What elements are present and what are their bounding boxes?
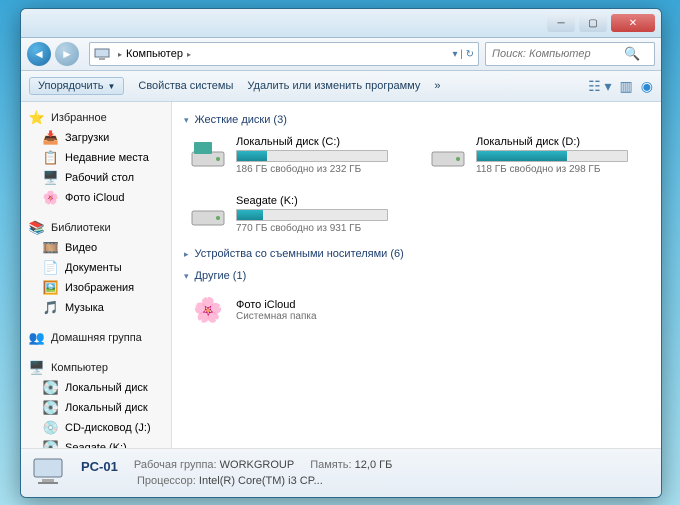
capacity-bar — [236, 209, 388, 221]
other-item-sub: Системная папка — [236, 311, 317, 322]
expand-arrow-icon: ▸ — [184, 249, 189, 260]
back-button[interactable]: ◄ — [27, 42, 51, 66]
recent-icon: 📋 — [43, 150, 59, 166]
organize-button[interactable]: Упорядочить ▼ — [29, 77, 124, 95]
section-hard-disks[interactable]: ▾Жесткие диски (3) — [184, 114, 649, 126]
sidebar-item-music[interactable]: 🎵Музыка — [21, 298, 171, 318]
drive-label: Локальный диск (C:) — [236, 136, 388, 148]
section-other[interactable]: ▾Другие (1) — [184, 270, 649, 282]
libraries-icon: 📚 — [29, 220, 45, 236]
refresh-icon[interactable]: ▾ | ↻ — [452, 49, 474, 60]
hdd-icon: 💽 — [43, 440, 59, 448]
content-pane: ▾Жесткие диски (3) Локальный диск (C:) 1… — [172, 102, 661, 448]
sidebar-item-seagate[interactable]: 💽Seagate (K:) — [21, 438, 171, 448]
icloud-photos-icon: 🌸 — [190, 292, 226, 328]
sidebar-item-icloud-photos[interactable]: 🌸Фото iCloud — [21, 188, 171, 208]
documents-icon: 📄 — [43, 260, 59, 276]
search-box[interactable]: 🔍 — [485, 42, 655, 66]
window-titlebar: ─ ▢ ✕ — [21, 9, 661, 38]
drive-c[interactable]: Локальный диск (C:) 186 ГБ свободно из 2… — [190, 136, 390, 175]
sidebar-item-recent[interactable]: 📋Недавние места — [21, 148, 171, 168]
hdd-icon — [430, 136, 466, 172]
search-icon: 🔍 — [624, 46, 640, 62]
sidebar-homegroup-header[interactable]: 👥 Домашняя группа — [21, 328, 171, 348]
maximize-button[interactable]: ▢ — [579, 14, 607, 32]
sidebar-favorites-header[interactable]: ⭐ Избранное — [21, 108, 171, 128]
details-pane: PC-01 Рабочая группа: WORKGROUP Память: … — [21, 448, 661, 497]
computer-icon — [31, 455, 71, 491]
navigation-bar: ◄ ► ▸ Компьютер ▸ ▾ | ↻ 🔍 — [21, 38, 661, 71]
star-icon: ⭐ — [29, 110, 45, 126]
drive-label: Локальный диск (D:) — [476, 136, 628, 148]
help-icon[interactable]: ◉ — [641, 78, 653, 95]
computer-name: PC-01 — [81, 459, 118, 474]
sidebar-item-pictures[interactable]: 🖼️Изображения — [21, 278, 171, 298]
more-commands-button[interactable]: » — [434, 80, 440, 92]
downloads-icon: 📥 — [43, 130, 59, 146]
chevron-right-icon[interactable]: ▸ — [187, 50, 191, 59]
computer-icon — [94, 46, 110, 62]
music-icon: 🎵 — [43, 300, 59, 316]
computer-icon: 🖥️ — [29, 360, 45, 376]
drive-free-text: 186 ГБ свободно из 232 ГБ — [236, 164, 388, 175]
sidebar-libraries-header[interactable]: 📚 Библиотеки — [21, 218, 171, 238]
video-icon: 🎞️ — [43, 240, 59, 256]
sidebar-computer-header[interactable]: 🖥️ Компьютер — [21, 358, 171, 378]
minimize-button[interactable]: ─ — [547, 14, 575, 32]
capacity-bar — [236, 150, 388, 162]
hdd-icon: 💽 — [43, 400, 59, 416]
preview-pane-icon[interactable]: ▥ — [620, 78, 633, 95]
system-properties-button[interactable]: Свойства системы — [138, 80, 233, 92]
other-item-name: Фото iCloud — [236, 299, 317, 311]
sidebar-item-videos[interactable]: 🎞️Видео — [21, 238, 171, 258]
pictures-icon: 🖼️ — [43, 280, 59, 296]
collapse-arrow-icon: ▾ — [184, 115, 189, 126]
hdd-icon — [190, 195, 226, 231]
cd-icon: 💿 — [43, 420, 59, 436]
address-bar[interactable]: ▸ Компьютер ▸ ▾ | ↻ — [89, 42, 479, 66]
sidebar-item-cd-drive[interactable]: 💿CD-дисковод (J:) — [21, 418, 171, 438]
section-removable[interactable]: ▸Устройства со съемными носителями (6) — [184, 248, 649, 260]
sidebar-item-local-disk-d[interactable]: 💽Локальный диск — [21, 398, 171, 418]
homegroup-icon: 👥 — [29, 330, 45, 346]
drive-free-text: 118 ГБ свободно из 298 ГБ — [476, 164, 628, 175]
sidebar-item-documents[interactable]: 📄Документы — [21, 258, 171, 278]
view-options-icon[interactable]: ☷ ▾ — [588, 78, 611, 95]
sidebar-item-local-disk-c[interactable]: 💽Локальный диск — [21, 378, 171, 398]
sidebar-item-desktop[interactable]: 🖥️Рабочий стол — [21, 168, 171, 188]
chevron-right-icon[interactable]: ▸ — [118, 50, 122, 59]
drive-free-text: 770 ГБ свободно из 931 ГБ — [236, 223, 388, 234]
drive-label: Seagate (K:) — [236, 195, 388, 207]
forward-button[interactable]: ► — [55, 42, 79, 66]
other-item-icloud[interactable]: 🌸 Фото iCloud Системная папка — [190, 292, 649, 328]
uninstall-program-button[interactable]: Удалить или изменить программу — [247, 80, 420, 92]
close-button[interactable]: ✕ — [611, 14, 655, 32]
drive-d[interactable]: Локальный диск (D:) 118 ГБ свободно из 2… — [430, 136, 630, 175]
collapse-arrow-icon: ▾ — [184, 271, 189, 282]
breadcrumb-computer[interactable]: Компьютер — [126, 48, 183, 60]
search-input[interactable] — [490, 47, 624, 61]
icloud-icon: 🌸 — [43, 190, 59, 206]
window-body: ⭐ Избранное 📥Загрузки 📋Недавние места 🖥️… — [21, 102, 661, 448]
capacity-bar — [476, 150, 628, 162]
explorer-window: ─ ▢ ✕ ◄ ► ▸ Компьютер ▸ ▾ | ↻ 🔍 Упорядоч… — [20, 8, 662, 498]
hdd-icon — [190, 136, 226, 172]
sidebar-item-downloads[interactable]: 📥Загрузки — [21, 128, 171, 148]
command-toolbar: Упорядочить ▼ Свойства системы Удалить и… — [21, 71, 661, 102]
hdd-icon: 💽 — [43, 380, 59, 396]
drive-k[interactable]: Seagate (K:) 770 ГБ свободно из 931 ГБ — [190, 195, 390, 234]
desktop-icon: 🖥️ — [43, 170, 59, 186]
navigation-pane: ⭐ Избранное 📥Загрузки 📋Недавние места 🖥️… — [21, 102, 172, 448]
